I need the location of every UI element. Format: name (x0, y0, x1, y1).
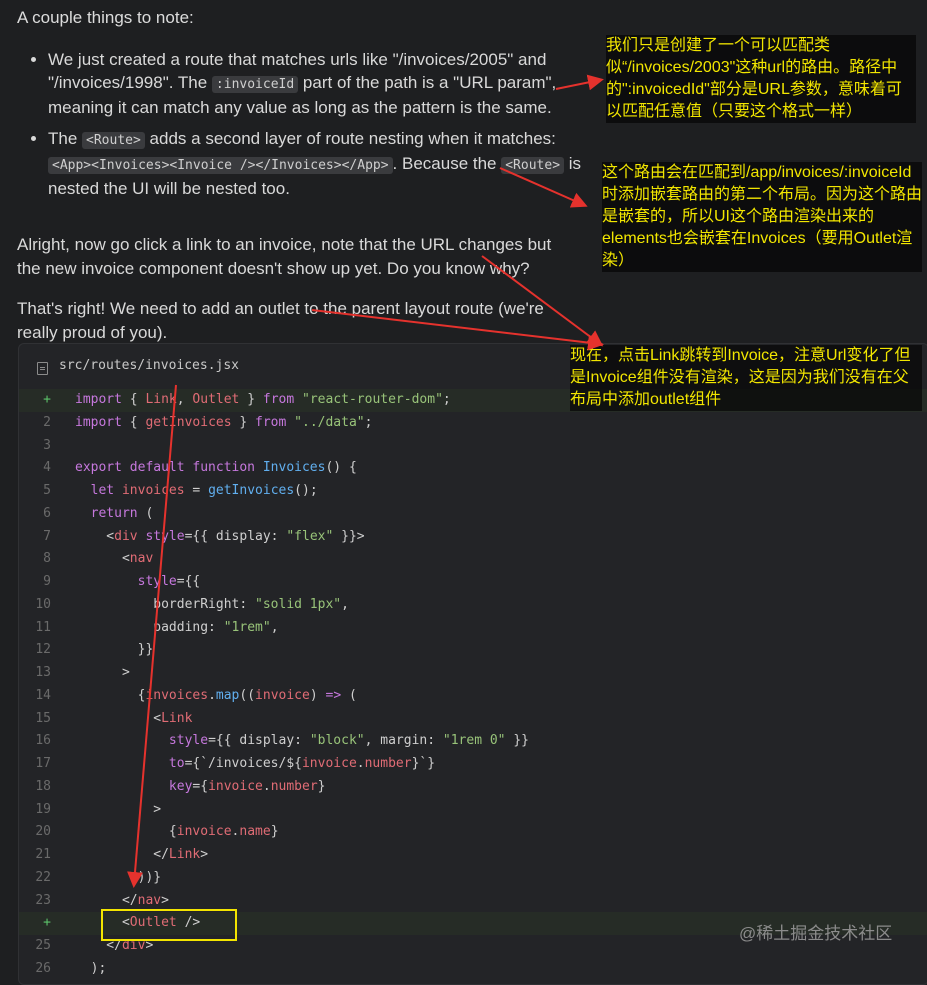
watermark: @稀土掘金技术社区 (739, 924, 893, 943)
arrow-to-note-1 (555, 74, 604, 91)
arrow-to-note-3a (481, 255, 604, 347)
arrow-to-note-2 (499, 167, 588, 208)
arrow-to-note-3b (311, 309, 604, 351)
arrow-to-outlet (127, 384, 177, 888)
annotation-arrows (127, 74, 604, 888)
